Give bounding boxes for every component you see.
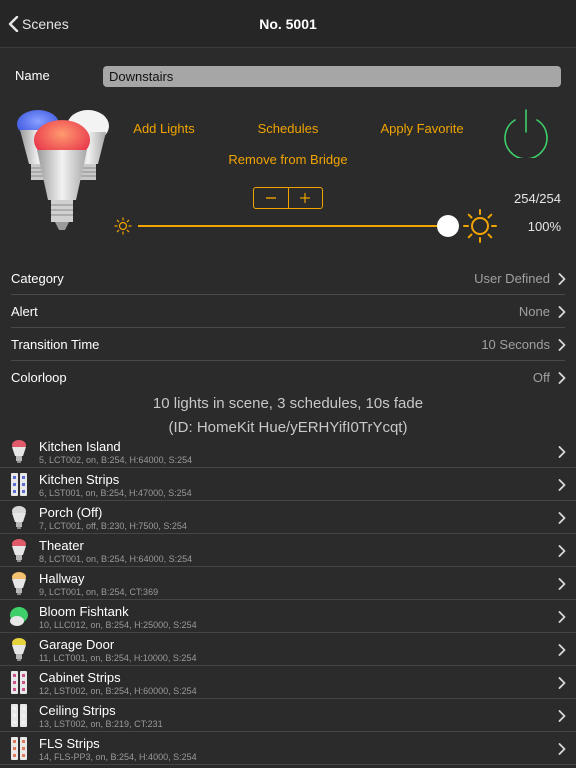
category-label: Category [11, 271, 64, 286]
light-name: Kitchen Strips [39, 472, 120, 487]
increase-brightness-button[interactable] [289, 188, 323, 208]
scene-summary: 10 lights in scene, 3 schedules, 10s fad… [152, 395, 424, 412]
alert-row[interactable]: Alert None [0, 295, 576, 328]
chevron-right-icon [558, 743, 566, 755]
light-row[interactable]: Ceiling Strips 13, LST002, on, B:219, CT:… [0, 699, 576, 732]
colorloop-label: Colorloop [11, 370, 67, 385]
chevron-right-icon [558, 677, 566, 689]
name-label: Name [15, 68, 50, 83]
light-row[interactable]: Kitchen Strips 6, LST001, on, B:254, H:47… [0, 468, 576, 501]
light-name: Garage Door [39, 637, 115, 652]
bulb-icon [12, 539, 26, 562]
light-detail: 10, LLC012, on, B:254, H:25000, S:254 [39, 620, 197, 630]
light-name: Bloom Fishtank [39, 604, 129, 619]
colorloop-row[interactable]: Colorloop Off [0, 361, 576, 394]
light-row[interactable]: Theater 8, LCT001, on, B:254, H:64000, S:… [0, 534, 576, 567]
light-name: Ceiling Strips [39, 703, 116, 718]
apply-favorite-button[interactable]: Apply Favorite [380, 121, 463, 136]
chevron-right-icon [558, 273, 566, 285]
sun-small-icon [114, 217, 132, 235]
alert-value: None [518, 304, 550, 319]
category-row[interactable]: Category User Defined [0, 262, 576, 295]
chevron-right-icon [558, 578, 566, 590]
category-value: User Defined [474, 271, 550, 286]
chevron-right-icon [558, 372, 566, 384]
brightness-value: 254/254 [514, 191, 561, 206]
light-name: FLS Strips [39, 736, 100, 751]
light-detail: 6, LST001, on, B:254, H:47000, S:254 [39, 488, 192, 498]
page-title: No. 5001 [259, 16, 317, 32]
power-icon[interactable] [500, 108, 552, 158]
light-row[interactable]: Porch (Off) 7, LCT001, off, B:230, H:7500… [0, 501, 576, 534]
light-name: Cabinet Strips [39, 670, 121, 685]
chevron-right-icon [558, 545, 566, 557]
chevron-right-icon [558, 611, 566, 623]
scene-name-input[interactable] [103, 66, 561, 87]
sun-large-icon [463, 209, 497, 243]
lightstrip-icon [11, 671, 27, 694]
colorloop-value: Off [532, 370, 550, 385]
light-row[interactable]: FLS Strips 14, FLS-PP3, on, B:254, H:4000… [0, 732, 576, 765]
light-row[interactable]: Bloom Fishtank 10, LLC012, on, B:254, H:2… [0, 600, 576, 633]
alert-label: Alert [11, 304, 38, 319]
transition-time-value: 10 Seconds [481, 337, 550, 352]
lightstrip-icon [11, 473, 27, 496]
scene-id: (ID: HomeKit Hue/yERHYifI0TrYcqt) [168, 419, 408, 436]
light-detail: 8, LCT001, on, B:254, H:64000, S:254 [39, 554, 193, 564]
light-detail: 11, LCT001, on, B:254, H:10000, S:254 [39, 653, 197, 663]
decrease-brightness-button[interactable] [254, 188, 289, 208]
light-detail: 14, FLS-PP3, on, B:254, H:4000, S:254 [39, 752, 197, 762]
transition-time-row[interactable]: Transition Time 10 Seconds [0, 328, 576, 361]
chevron-right-icon [558, 306, 566, 318]
brightness-stepper [253, 187, 323, 209]
bulb-icon [12, 638, 26, 661]
chevron-right-icon [558, 644, 566, 656]
light-name: Kitchen Island [39, 439, 121, 454]
chevron-right-icon [558, 479, 566, 491]
light-row[interactable]: Garage Door 11, LCT001, on, B:254, H:1000… [0, 633, 576, 666]
lightstrip-icon [11, 737, 27, 760]
bulb-icon [12, 440, 26, 463]
lightstrip-icon [11, 704, 27, 727]
plus-icon [300, 193, 311, 203]
brightness-percent: 100% [527, 219, 561, 234]
remove-from-bridge-button[interactable]: Remove from Bridge [228, 152, 347, 167]
chevron-right-icon [558, 710, 566, 722]
bloom-icon [10, 607, 28, 626]
light-detail: 9, LCT001, on, B:254, CT:369 [39, 587, 159, 597]
bulb-icon [12, 572, 26, 595]
light-row[interactable]: Cabinet Strips 12, LST002, on, B:254, H:6… [0, 666, 576, 699]
light-name: Hallway [39, 571, 85, 586]
light-detail: 12, LST002, on, B:254, H:60000, S:254 [39, 686, 197, 696]
brightness-slider-thumb[interactable] [437, 215, 459, 237]
chevron-right-icon [558, 512, 566, 524]
light-detail: 7, LCT001, off, B:230, H:7500, S:254 [39, 521, 187, 531]
light-row[interactable]: Hallway 9, LCT001, on, B:254, CT:369 [0, 567, 576, 600]
light-detail: 13, LST002, on, B:219, CT:231 [39, 719, 163, 729]
light-row[interactable]: Kitchen Island 5, LCT002, on, B:254, H:64… [0, 435, 576, 468]
light-name: Porch (Off) [39, 505, 103, 520]
minus-icon [265, 197, 276, 199]
chevron-right-icon [558, 339, 566, 351]
transition-time-label: Transition Time [11, 337, 100, 352]
schedules-button[interactable]: Schedules [258, 121, 319, 136]
brightness-slider-track[interactable] [138, 225, 448, 227]
add-lights-button[interactable]: Add Lights [133, 121, 194, 136]
chevron-right-icon [558, 446, 566, 458]
light-detail: 5, LCT002, on, B:254, H:64000, S:254 [39, 455, 193, 465]
navigation-bar: Scenes No. 5001 [0, 0, 576, 48]
bulb-icon [12, 506, 26, 529]
light-name: Theater [39, 538, 84, 553]
scene-bulbs-icon [17, 110, 109, 230]
